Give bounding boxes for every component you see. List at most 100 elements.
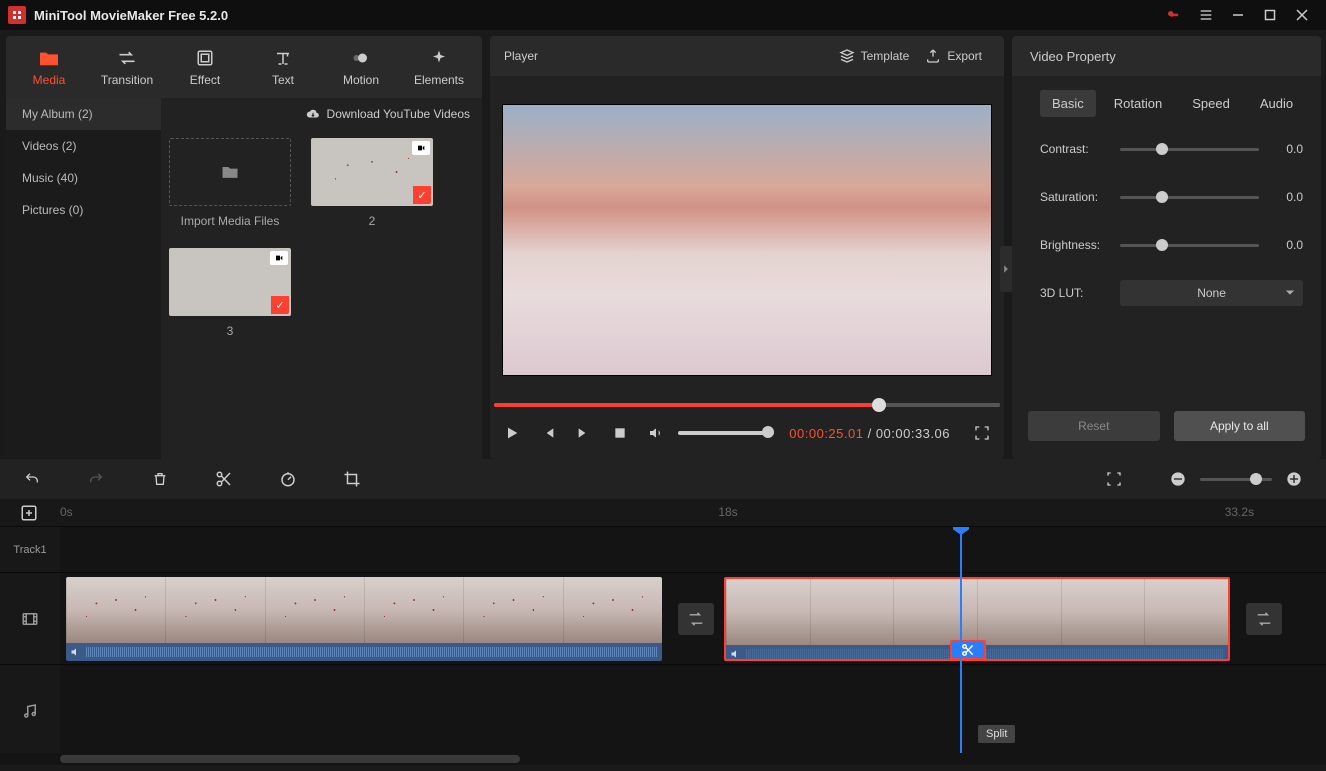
- close-button[interactable]: [1286, 1, 1318, 29]
- text-icon: [274, 47, 292, 69]
- track-label: Track1: [0, 527, 60, 573]
- template-icon: [839, 48, 855, 64]
- audio-lane[interactable]: [60, 665, 1326, 753]
- export-button[interactable]: Export: [917, 36, 990, 76]
- playhead[interactable]: [960, 527, 962, 753]
- sidebar-item-music[interactable]: Music (40): [6, 162, 161, 194]
- sidebar-item-pictures[interactable]: Pictures (0): [6, 194, 161, 226]
- app-logo: [8, 6, 26, 24]
- player-title: Player: [504, 49, 538, 63]
- contrast-label: Contrast:: [1040, 142, 1120, 156]
- speaker-icon: [730, 648, 742, 660]
- used-check-icon: ✓: [271, 296, 289, 314]
- reset-button[interactable]: Reset: [1028, 411, 1160, 441]
- property-panel: Video Property Basic Rotation Speed Audi…: [1012, 36, 1321, 459]
- contrast-value: 0.0: [1273, 142, 1303, 156]
- speaker-icon: [70, 646, 82, 658]
- apply-all-button[interactable]: Apply to all: [1174, 411, 1306, 441]
- menu-icon[interactable]: [1190, 1, 1222, 29]
- brightness-value: 0.0: [1273, 238, 1303, 252]
- video-track-icon: [0, 573, 60, 665]
- prev-frame-button[interactable]: [534, 419, 562, 447]
- brightness-slider[interactable]: [1120, 244, 1259, 247]
- stop-button[interactable]: [606, 419, 634, 447]
- player-panel: Player Template Export 00:00:2: [490, 36, 1004, 459]
- tab-transition[interactable]: Transition: [88, 36, 166, 98]
- add-track-button[interactable]: [20, 504, 38, 522]
- tab-elements[interactable]: Elements: [400, 36, 478, 98]
- tab-text[interactable]: Text: [244, 36, 322, 98]
- timeline-scrollbar[interactable]: [0, 753, 1326, 765]
- timecode: 00:00:25.01 / 00:00:33.06: [789, 426, 950, 441]
- saturation-slider[interactable]: [1120, 196, 1259, 199]
- sidebar-item-myalbum[interactable]: My Album (2): [6, 98, 161, 130]
- property-tab-audio[interactable]: Audio: [1248, 90, 1305, 117]
- timeline: 0s 18s 33.2s Track1: [0, 459, 1326, 765]
- fullscreen-button[interactable]: [968, 419, 996, 447]
- audio-track-icon: [0, 665, 60, 753]
- video-preview[interactable]: [502, 104, 992, 376]
- property-tab-basic[interactable]: Basic: [1040, 90, 1096, 117]
- video-badge-icon: [412, 141, 430, 155]
- used-check-icon: ✓: [413, 186, 431, 204]
- chevron-down-icon: [1285, 289, 1295, 297]
- sparkle-icon: [430, 47, 448, 69]
- fit-button[interactable]: [1102, 467, 1126, 491]
- next-frame-button[interactable]: [570, 419, 598, 447]
- collapse-panel-button[interactable]: [1000, 246, 1012, 292]
- app-title: MiniTool MovieMaker Free 5.2.0: [34, 8, 228, 23]
- track-lane[interactable]: [60, 527, 1326, 573]
- redo-button[interactable]: [84, 467, 108, 491]
- media-item[interactable]: ✓ 3: [169, 248, 291, 338]
- play-button[interactable]: [498, 419, 526, 447]
- transition-slot[interactable]: [1246, 603, 1282, 635]
- video-lane[interactable]: Split: [60, 573, 1326, 665]
- delete-button[interactable]: [148, 467, 172, 491]
- playback-slider[interactable]: [490, 403, 1004, 407]
- property-tab-rotation[interactable]: Rotation: [1102, 90, 1174, 117]
- media-panel: Media Transition Effect Text Motion Elem…: [6, 36, 482, 459]
- media-sidebar: My Album (2) Videos (2) Music (40) Pictu…: [6, 98, 161, 459]
- split-handle[interactable]: [950, 640, 986, 660]
- timeline-clip[interactable]: [66, 577, 662, 661]
- contrast-slider[interactable]: [1120, 148, 1259, 151]
- property-tab-speed[interactable]: Speed: [1180, 90, 1242, 117]
- lut-label: 3D LUT:: [1040, 286, 1120, 300]
- lut-select[interactable]: None: [1120, 280, 1303, 306]
- timeline-ruler[interactable]: 0s 18s 33.2s: [0, 499, 1326, 527]
- saturation-value: 0.0: [1273, 190, 1303, 204]
- folder-icon: [38, 47, 60, 69]
- tab-media[interactable]: Media: [10, 36, 88, 98]
- import-media-button[interactable]: Import Media Files: [169, 138, 291, 228]
- volume-button[interactable]: [642, 419, 670, 447]
- tab-motion[interactable]: Motion: [322, 36, 400, 98]
- transition-slot[interactable]: [678, 603, 714, 635]
- brightness-label: Brightness:: [1040, 238, 1120, 252]
- minimize-button[interactable]: [1222, 1, 1254, 29]
- swap-icon: [117, 47, 137, 69]
- timeline-clip-selected[interactable]: [724, 577, 1230, 661]
- zoom-out-button[interactable]: [1166, 467, 1190, 491]
- export-icon: [925, 48, 941, 64]
- cloud-download-icon: [305, 107, 321, 121]
- tab-effect[interactable]: Effect: [166, 36, 244, 98]
- undo-button[interactable]: [20, 467, 44, 491]
- split-button[interactable]: [212, 467, 236, 491]
- crop-button[interactable]: [340, 467, 364, 491]
- media-item[interactable]: ✓ 2: [311, 138, 433, 228]
- sidebar-item-videos[interactable]: Videos (2): [6, 130, 161, 162]
- maximize-button[interactable]: [1254, 1, 1286, 29]
- property-title: Video Property: [1030, 49, 1116, 64]
- template-button[interactable]: Template: [831, 36, 918, 76]
- video-badge-icon: [270, 251, 288, 265]
- download-youtube-button[interactable]: Download YouTube Videos: [161, 98, 482, 130]
- zoom-slider[interactable]: [1200, 478, 1272, 481]
- speed-button[interactable]: [276, 467, 300, 491]
- motion-icon: [351, 47, 371, 69]
- effect-icon: [196, 47, 214, 69]
- volume-slider[interactable]: [678, 431, 774, 435]
- titlebar: MiniTool MovieMaker Free 5.2.0: [0, 0, 1326, 30]
- saturation-label: Saturation:: [1040, 190, 1120, 204]
- zoom-in-button[interactable]: [1282, 467, 1306, 491]
- license-key-icon[interactable]: [1158, 1, 1190, 29]
